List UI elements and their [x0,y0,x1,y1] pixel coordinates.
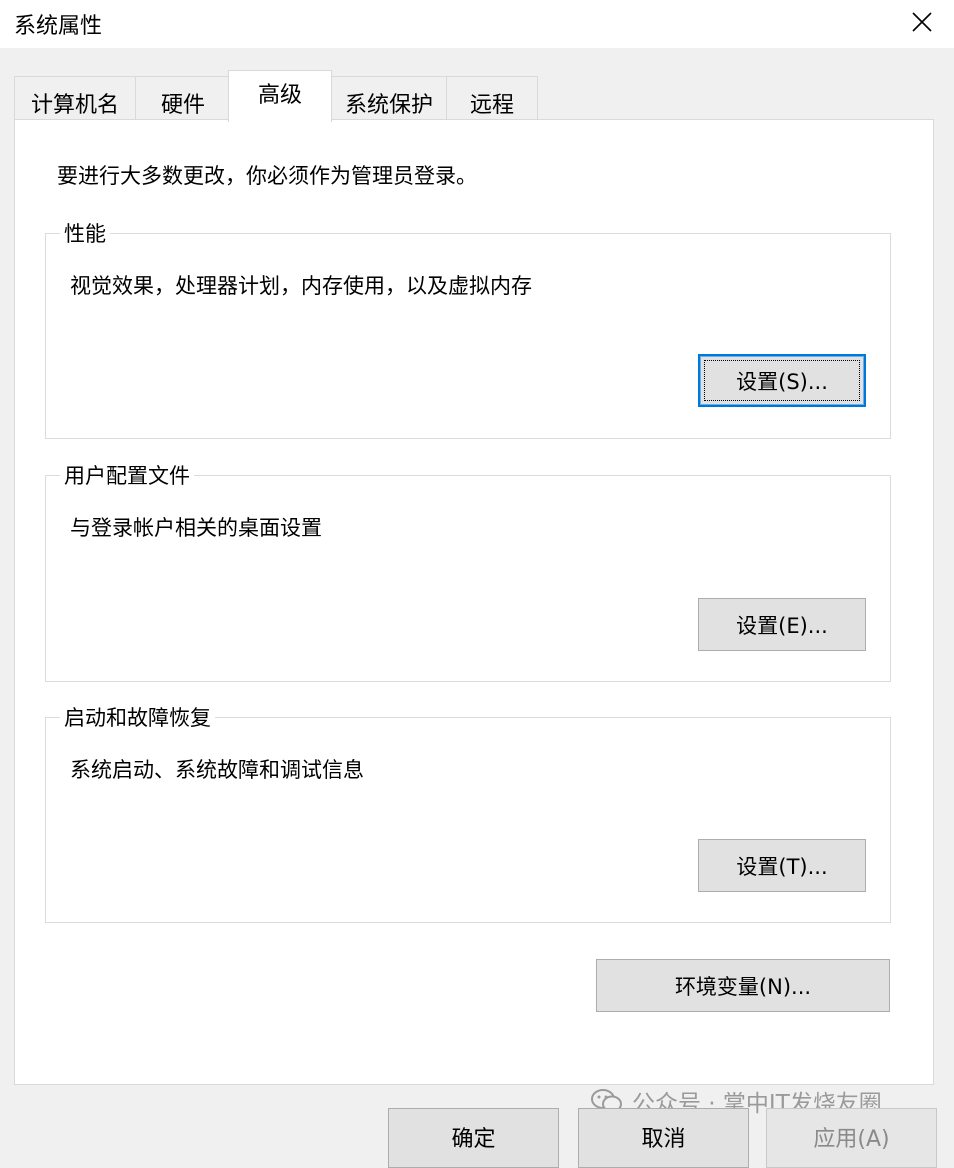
tab-advanced[interactable]: 高级 [228,70,332,122]
cancel-button[interactable]: 取消 [578,1108,749,1168]
performance-settings-button[interactable]: 设置(S)... [698,354,866,407]
user-profiles-settings-button[interactable]: 设置(E)... [698,598,866,651]
advanced-panel: 要进行大多数更改，你必须作为管理员登录。 性能 视觉效果，处理器计划，内存使用，… [14,119,934,1085]
startup-recovery-settings-button[interactable]: 设置(T)... [698,839,866,892]
performance-desc: 视觉效果，处理器计划，内存使用，以及虚拟内存 [70,274,532,298]
startup-recovery-title: 启动和故障恢复 [60,702,215,732]
tab-system-protection[interactable]: 系统保护 [331,76,447,120]
close-button[interactable] [900,0,944,44]
window-title: 系统属性 [14,14,103,39]
environment-variables-button[interactable]: 环境变量(N)... [596,959,890,1012]
apply-button[interactable]: 应用(A) [766,1108,937,1168]
title-bar: 系统属性 [0,0,954,48]
ok-button[interactable]: 确定 [388,1108,559,1168]
startup-recovery-group: 启动和故障恢复 系统启动、系统故障和调试信息 设置(T)... [45,702,891,923]
tab-remote[interactable]: 远程 [446,76,538,120]
performance-title: 性能 [60,218,110,248]
user-profiles-group: 用户配置文件 与登录帐户相关的桌面设置 设置(E)... [45,460,891,682]
tab-hardware[interactable]: 硬件 [135,76,231,120]
admin-notice: 要进行大多数更改，你必须作为管理员登录。 [57,164,477,188]
performance-group: 性能 视觉效果，处理器计划，内存使用，以及虚拟内存 设置(S)... [45,218,891,439]
startup-recovery-desc: 系统启动、系统故障和调试信息 [70,758,364,782]
close-icon [912,12,932,32]
tab-computer-name[interactable]: 计算机名 [14,76,136,120]
user-profiles-title: 用户配置文件 [60,460,194,490]
user-profiles-desc: 与登录帐户相关的桌面设置 [70,516,322,540]
